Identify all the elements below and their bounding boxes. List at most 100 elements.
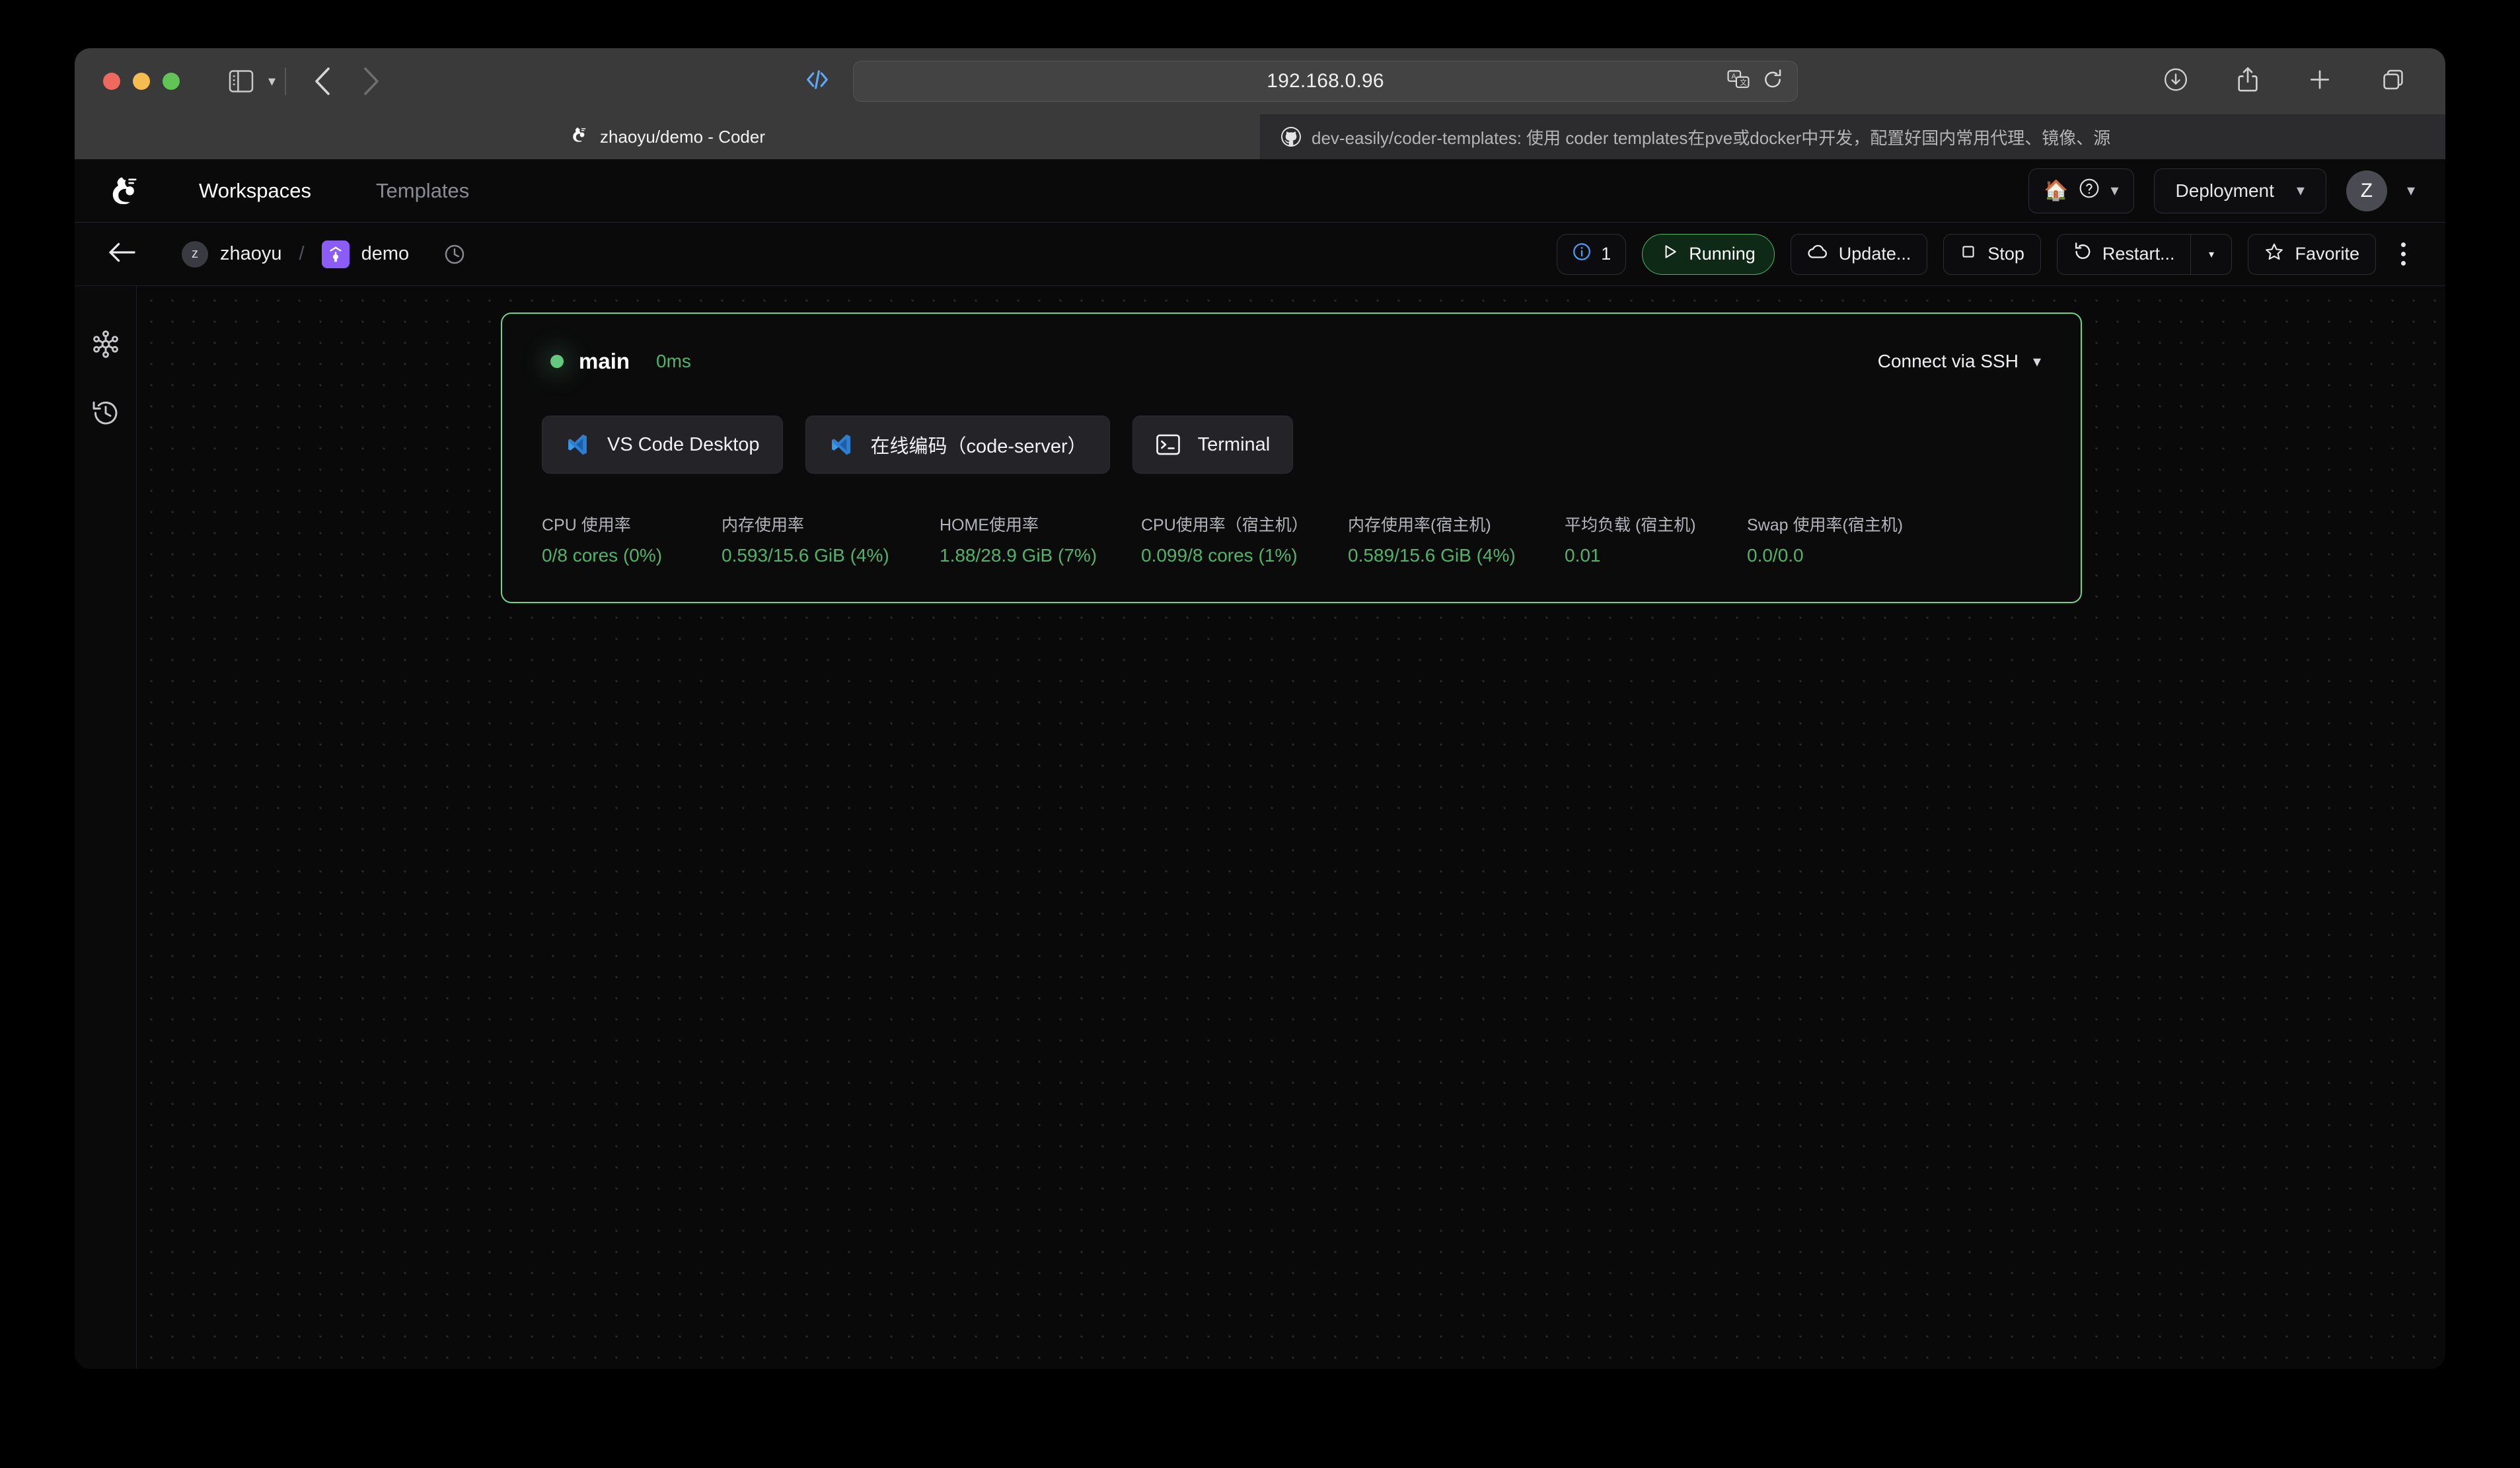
info-count-label: 1 bbox=[1601, 244, 1612, 264]
chevron-down-icon[interactable]: ▾ bbox=[268, 73, 276, 90]
metric-item: 内存使用率(宿主机) 0.589/15.6 GiB (4%) bbox=[1348, 512, 1565, 566]
url-text: 192.168.0.96 bbox=[1267, 70, 1384, 92]
history-clock-icon[interactable] bbox=[91, 398, 120, 427]
forward-arrow-icon[interactable] bbox=[363, 67, 380, 95]
agent-app-buttons: VS Code Desktop 在线编码（code-server） Termin… bbox=[542, 416, 2041, 474]
restart-dropdown-chevron-down-icon[interactable]: ▾ bbox=[2191, 233, 2233, 275]
favorite-button[interactable]: Favorite bbox=[2248, 233, 2376, 275]
toolbar-right-icons bbox=[2163, 67, 2406, 96]
app-label: VS Code Desktop bbox=[607, 433, 760, 455]
agent-status-indicator bbox=[542, 355, 572, 368]
metric-label: CPU 使用率 bbox=[542, 516, 631, 534]
new-tab-icon[interactable] bbox=[2307, 67, 2332, 96]
chevron-down-icon: ▾ bbox=[2110, 182, 2119, 200]
metric-value: 0.099/8 cores (1%) bbox=[1141, 545, 1298, 566]
coder-app: Workspaces Templates 🏠 ▾ Deployment ▾ Z … bbox=[75, 159, 2445, 1369]
app-header: Workspaces Templates 🏠 ▾ Deployment ▾ Z … bbox=[75, 159, 2445, 223]
stop-square-icon bbox=[1960, 243, 1977, 265]
chevron-down-icon: ▾ bbox=[2296, 182, 2305, 200]
metric-value: 1.88/28.9 GiB (7%) bbox=[940, 545, 1097, 566]
metric-value: 0.589/15.6 GiB (4%) bbox=[1348, 545, 1516, 566]
chevron-down-icon[interactable]: ▾ bbox=[2407, 181, 2415, 200]
coder-logo-icon bbox=[570, 125, 589, 149]
breadcrumb-owner[interactable]: zhaoyu bbox=[220, 243, 282, 265]
connect-via-ssh-button[interactable]: Connect via SSH ▾ bbox=[1878, 351, 2041, 372]
terminal-icon bbox=[1156, 433, 1181, 456]
help-circle-icon bbox=[2079, 178, 2100, 203]
coder-logo-icon[interactable] bbox=[106, 172, 143, 209]
network-hub-icon[interactable] bbox=[91, 330, 120, 359]
play-icon bbox=[1661, 243, 1678, 265]
sidebar-toggle-icon[interactable] bbox=[229, 70, 254, 92]
address-bar[interactable]: 192.168.0.96 A 文 bbox=[853, 61, 1798, 102]
app-body: main 0ms Connect via SSH ▾ VS Code Deskt… bbox=[75, 286, 2445, 1369]
breadcrumb-workspace[interactable]: demo bbox=[361, 243, 410, 265]
navigation-arrows bbox=[314, 67, 380, 95]
metric-label: HOME使用率 bbox=[940, 516, 1039, 534]
user-avatar[interactable]: Z bbox=[2346, 170, 2387, 211]
more-options-icon[interactable] bbox=[2392, 242, 2415, 266]
browser-tab-active[interactable]: zhaoyu/demo - Coder bbox=[75, 114, 1260, 159]
status-badge[interactable]: Running bbox=[1642, 233, 1775, 275]
workspace-toolbar: z zhaoyu / demo 1 Running Update... Stop… bbox=[75, 223, 2445, 286]
back-arrow-icon[interactable] bbox=[314, 67, 331, 95]
downloads-icon[interactable] bbox=[2163, 67, 2188, 96]
nav-workspaces[interactable]: Workspaces bbox=[199, 179, 311, 203]
agent-card: main 0ms Connect via SSH ▾ VS Code Deskt… bbox=[501, 312, 2082, 603]
metric-item: 内存使用率 0.593/15.6 GiB (4%) bbox=[722, 512, 940, 566]
metric-item: CPU 使用率 0/8 cores (0%) bbox=[542, 512, 722, 566]
app-label: Terminal bbox=[1197, 433, 1271, 455]
restart-split-button: Restart... ▾ bbox=[2056, 233, 2233, 275]
workspace-template-icon bbox=[321, 240, 350, 268]
app-button-vscode-desktop[interactable]: VS Code Desktop bbox=[542, 416, 783, 474]
star-icon bbox=[2264, 242, 2284, 266]
metric-value: 0.0/0.0 bbox=[1747, 545, 1804, 566]
code-brackets-icon[interactable] bbox=[805, 67, 830, 96]
connect-ssh-label: Connect via SSH bbox=[1877, 351, 2019, 371]
stop-label: Stop bbox=[1987, 244, 2024, 264]
metric-value: 0/8 cores (0%) bbox=[542, 545, 663, 566]
app-button-code-server[interactable]: 在线编码（code-server） bbox=[805, 416, 1110, 474]
svg-text:文: 文 bbox=[1740, 78, 1747, 87]
tab-overview-icon[interactable] bbox=[2381, 67, 2406, 96]
metric-item: HOME使用率 1.88/28.9 GiB (7%) bbox=[940, 512, 1141, 566]
metric-value: 0.593/15.6 GiB (4%) bbox=[722, 545, 889, 566]
tab-bar: zhaoyu/demo - Coder dev-easily/coder-tem… bbox=[75, 114, 2445, 159]
agent-name: main bbox=[579, 349, 630, 373]
back-arrow-icon[interactable] bbox=[108, 240, 137, 268]
toolbar-divider bbox=[285, 67, 287, 95]
metric-item: Swap 使用率(宿主机) 0.0/0.0 bbox=[1747, 512, 1903, 566]
nav-templates[interactable]: Templates bbox=[376, 179, 469, 203]
restart-icon bbox=[2073, 242, 2092, 266]
browser-tab-inactive[interactable]: dev-easily/coder-templates: 使用 coder tem… bbox=[1260, 114, 2445, 159]
info-count-badge[interactable]: 1 bbox=[1557, 233, 1627, 275]
app-button-terminal[interactable]: Terminal bbox=[1132, 416, 1294, 474]
deployment-menu-button[interactable]: Deployment ▾ bbox=[2153, 168, 2326, 213]
tab-title: zhaoyu/demo - Coder bbox=[599, 126, 766, 147]
agent-metrics: CPU 使用率 0/8 cores (0%) 内存使用率 0.593/15.6 … bbox=[542, 512, 2041, 566]
translate-icon[interactable]: A 文 bbox=[1727, 70, 1750, 93]
minimize-window-button[interactable] bbox=[133, 73, 150, 90]
share-icon[interactable] bbox=[2237, 67, 2259, 96]
chevron-down-icon: ▾ bbox=[2032, 352, 2041, 371]
reload-icon[interactable] bbox=[1763, 69, 1783, 94]
status-dot-icon bbox=[550, 355, 564, 368]
maximize-window-button[interactable] bbox=[163, 73, 180, 90]
update-label: Update... bbox=[1838, 244, 1911, 264]
restart-button[interactable]: Restart... bbox=[2056, 233, 2192, 275]
stop-button[interactable]: Stop bbox=[1943, 233, 2041, 275]
metric-label: 内存使用率(宿主机) bbox=[1348, 516, 1491, 534]
help-menu-button[interactable]: 🏠 ▾ bbox=[2028, 168, 2134, 213]
cloud-icon bbox=[1807, 243, 1828, 265]
metric-item: CPU使用率（宿主机） 0.099/8 cores (1%) bbox=[1141, 512, 1348, 566]
restart-label: Restart... bbox=[2102, 244, 2175, 264]
update-button[interactable]: Update... bbox=[1790, 233, 1928, 275]
breadcrumb: z zhaoyu / demo bbox=[182, 240, 466, 268]
close-window-button[interactable] bbox=[103, 73, 120, 90]
metric-value: 0.01 bbox=[1565, 545, 1601, 566]
favorite-label: Favorite bbox=[2295, 244, 2359, 264]
window-controls bbox=[103, 73, 180, 90]
agent-header: main 0ms Connect via SSH ▾ bbox=[542, 343, 2041, 380]
schedule-clock-icon[interactable] bbox=[443, 243, 466, 266]
resource-canvas: main 0ms Connect via SSH ▾ VS Code Deskt… bbox=[137, 286, 2445, 1369]
